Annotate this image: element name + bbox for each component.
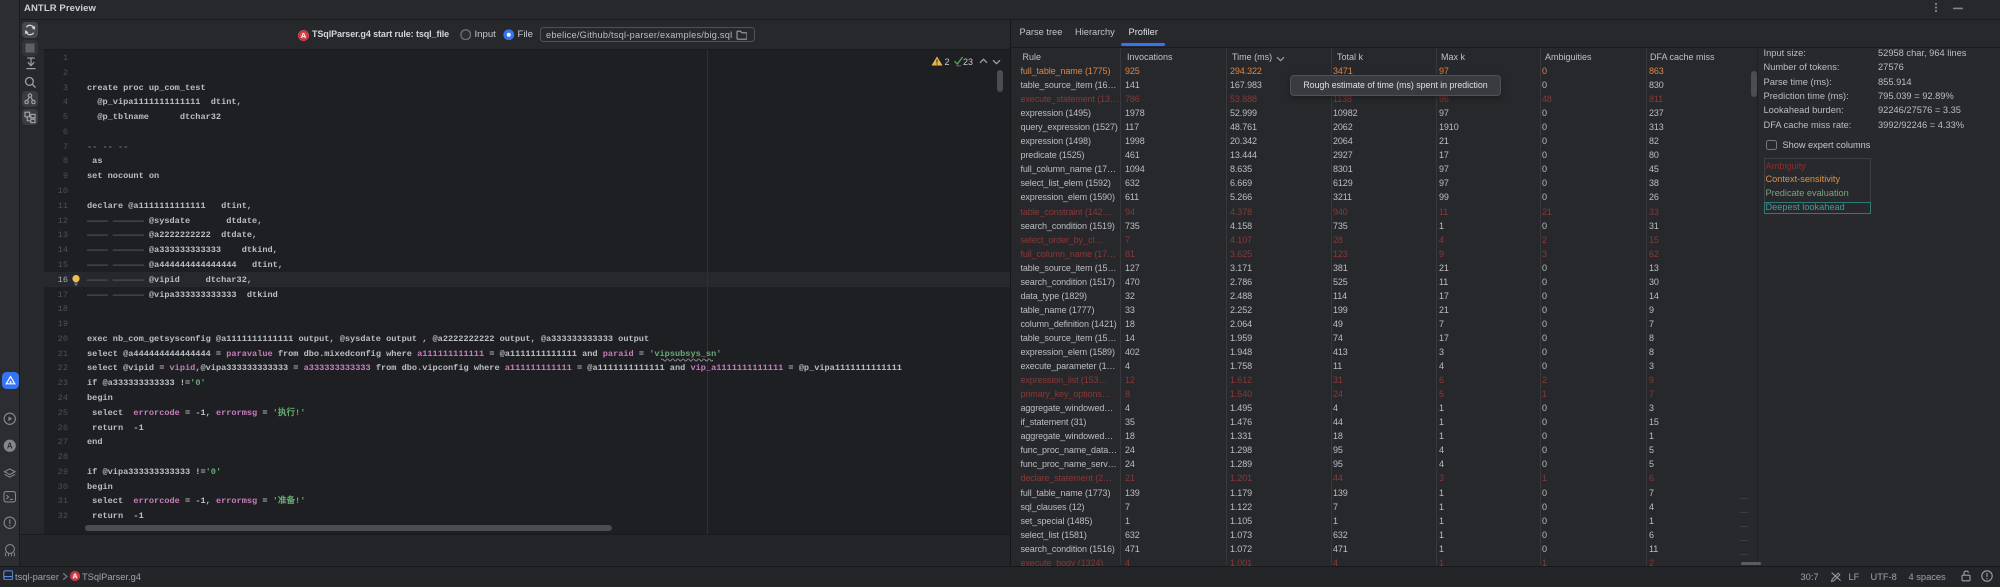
svg-text:A: A: [300, 31, 306, 40]
svg-text:A: A: [6, 441, 12, 450]
svg-text:A: A: [72, 573, 77, 580]
